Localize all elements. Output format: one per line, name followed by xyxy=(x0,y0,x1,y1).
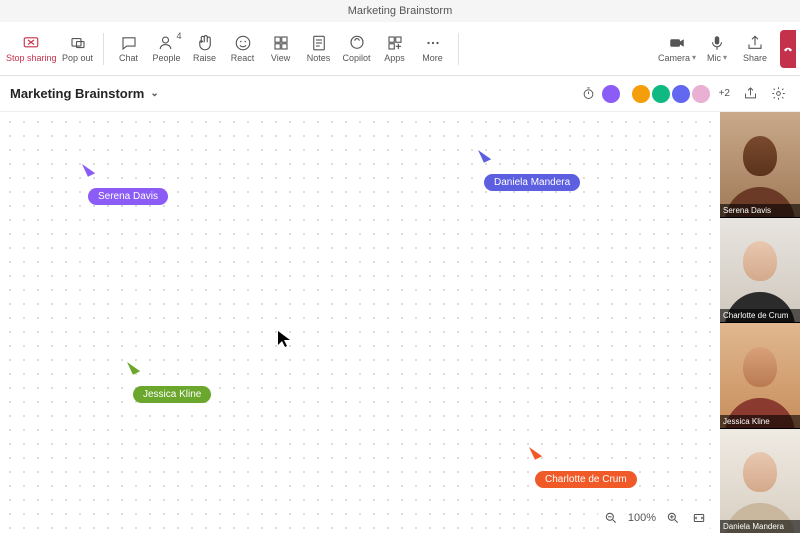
presence-avatar[interactable] xyxy=(631,84,651,104)
camera-icon xyxy=(668,34,686,52)
view-label: View xyxy=(271,54,290,64)
mic-icon xyxy=(708,34,726,52)
apps-icon xyxy=(386,34,404,52)
meeting-toolbar: Stop sharing Pop out Chat 4 People xyxy=(0,22,800,76)
participant-video-tile[interactable]: Charlotte de Crum xyxy=(720,218,800,323)
board-title-dropdown[interactable]: Marketing Brainstorm ⌄ xyxy=(10,86,159,101)
remote-cursor: Serena Davis xyxy=(82,164,168,205)
stop-sharing-icon xyxy=(22,34,40,52)
react-icon xyxy=(234,34,252,52)
more-button[interactable]: More xyxy=(414,26,452,72)
presence-avatar[interactable] xyxy=(601,84,621,104)
whiteboard-canvas[interactable]: Serena Davis Daniela Mandera Jessica Kli… xyxy=(0,112,720,533)
notes-button[interactable]: Notes xyxy=(300,26,338,72)
overflow-count[interactable]: +2 xyxy=(719,88,730,99)
board-title-text: Marketing Brainstorm xyxy=(10,86,144,101)
presence-avatar[interactable] xyxy=(671,84,691,104)
camera-button[interactable]: Camera▾ xyxy=(656,26,698,72)
cursor-arrow-icon xyxy=(82,161,95,177)
zoom-controls: 100% xyxy=(598,507,712,529)
stop-sharing-label: Stop sharing xyxy=(6,54,57,64)
participant-name: Serena Davis xyxy=(720,204,800,217)
people-count: 4 xyxy=(177,32,182,42)
participant-video-column: Serena Davis Charlotte de Crum Jessica K… xyxy=(720,112,800,533)
mic-label: Mic xyxy=(707,53,721,63)
remote-cursor: Jessica Kline xyxy=(127,362,211,403)
cursor-label: Jessica Kline xyxy=(133,386,211,403)
chevron-down-icon: ▾ xyxy=(723,53,727,62)
chevron-down-icon: ▾ xyxy=(692,53,696,62)
cursor-label: Charlotte de Crum xyxy=(535,471,637,488)
participant-name: Jessica Kline xyxy=(720,415,800,428)
pop-out-icon xyxy=(69,34,87,52)
presence-avatar[interactable] xyxy=(691,84,711,104)
raise-hand-button[interactable]: Raise xyxy=(186,26,224,72)
participant-name: Charlotte de Crum xyxy=(720,309,800,322)
remote-cursor: Daniela Mandera xyxy=(478,150,580,191)
copilot-label: Copilot xyxy=(343,54,371,64)
remote-cursor: Charlotte de Crum xyxy=(529,447,637,488)
zoom-in-button[interactable] xyxy=(664,509,682,527)
pop-out-label: Pop out xyxy=(62,54,93,64)
participant-video-tile[interactable]: Serena Davis xyxy=(720,112,800,217)
leave-call-button[interactable] xyxy=(780,30,796,68)
participant-video-tile[interactable]: Daniela Mandera xyxy=(720,429,800,533)
people-icon: 4 xyxy=(158,34,176,52)
chat-label: Chat xyxy=(119,54,138,64)
share-icon xyxy=(746,34,764,52)
stop-sharing-button[interactable]: Stop sharing xyxy=(4,26,59,72)
share-button[interactable]: Share xyxy=(736,26,774,72)
local-cursor xyxy=(277,330,291,351)
zoom-level: 100% xyxy=(628,512,656,524)
cursor-label: Daniela Mandera xyxy=(484,174,580,191)
cursor-arrow-icon xyxy=(529,444,542,460)
raise-hand-icon xyxy=(196,34,214,52)
raise-hand-label: Raise xyxy=(193,54,216,64)
view-button[interactable]: View xyxy=(262,26,300,72)
cursor-label: Serena Davis xyxy=(88,188,168,205)
share-label: Share xyxy=(743,54,767,64)
toolbar-separator xyxy=(458,33,459,65)
chat-icon xyxy=(120,34,138,52)
copilot-button[interactable]: Copilot xyxy=(338,26,376,72)
participant-name: Daniela Mandera xyxy=(720,520,800,533)
react-button[interactable]: React xyxy=(224,26,262,72)
react-label: React xyxy=(231,54,255,64)
window-title-bar: Marketing Brainstorm xyxy=(0,0,800,22)
chevron-down-icon: ⌄ xyxy=(150,88,158,99)
main-area: Serena Davis Daniela Mandera Jessica Kli… xyxy=(0,112,800,533)
participant-video-tile[interactable]: Jessica Kline xyxy=(720,323,800,428)
apps-button[interactable]: Apps xyxy=(376,26,414,72)
more-icon xyxy=(424,34,442,52)
copilot-icon xyxy=(348,34,366,52)
timer-button[interactable] xyxy=(577,82,601,106)
notes-label: Notes xyxy=(307,54,331,64)
cursor-arrow-icon xyxy=(478,147,491,163)
settings-button[interactable] xyxy=(766,82,790,106)
notes-icon xyxy=(310,34,328,52)
whiteboard-header: Marketing Brainstorm ⌄ +2 xyxy=(0,76,800,112)
camera-label: Camera xyxy=(658,53,690,63)
share-board-button[interactable] xyxy=(738,82,762,106)
window-title: Marketing Brainstorm xyxy=(348,5,453,17)
zoom-out-button[interactable] xyxy=(602,509,620,527)
presence-avatar[interactable] xyxy=(651,84,671,104)
fit-screen-button[interactable] xyxy=(690,509,708,527)
chat-button[interactable]: Chat xyxy=(110,26,148,72)
apps-label: Apps xyxy=(384,54,405,64)
mic-button[interactable]: Mic▾ xyxy=(698,26,736,72)
pop-out-button[interactable]: Pop out xyxy=(59,26,97,72)
people-label: People xyxy=(153,54,181,64)
cursor-arrow-icon xyxy=(127,359,140,375)
more-label: More xyxy=(422,54,443,64)
view-icon xyxy=(272,34,290,52)
toolbar-separator xyxy=(103,33,104,65)
people-button[interactable]: 4 People xyxy=(148,26,186,72)
